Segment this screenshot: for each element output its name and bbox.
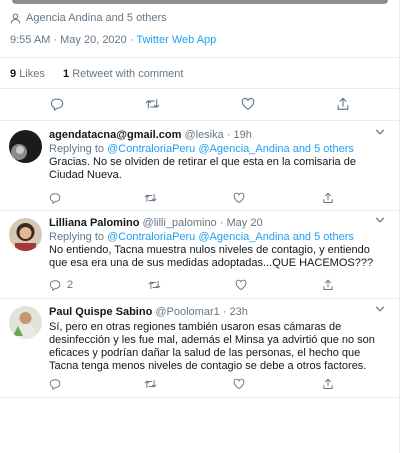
share-icon <box>322 192 334 204</box>
tweet-meta: 9:55 AM · May 20, 2020 · Twitter Web App <box>10 34 216 46</box>
person-icon <box>10 12 21 24</box>
reply-time[interactable]: 23h <box>230 306 248 318</box>
tweet-detail-panel: Agencia Andina and 5 others 9:55 AM · Ma… <box>0 0 400 453</box>
display-name[interactable]: agendatacna@gmail.com <box>49 129 181 141</box>
reply-time[interactable]: May 20 <box>226 217 262 229</box>
reply-actions: 2 <box>49 279 334 291</box>
reply-count: 2 <box>67 279 74 291</box>
like-icon <box>241 97 255 111</box>
retweet-button[interactable] <box>148 279 161 291</box>
reply-icon <box>49 279 61 291</box>
meta-separator: · <box>222 306 227 318</box>
divider <box>0 57 399 58</box>
media-image-bottom[interactable] <box>0 0 399 4</box>
avatar[interactable] <box>9 218 42 251</box>
retweet-icon <box>144 378 157 390</box>
display-name[interactable]: Lilliana Palomino <box>49 217 139 229</box>
chevron-down-icon[interactable] <box>375 127 385 137</box>
retweet-button[interactable] <box>144 378 157 390</box>
reply-header: Lilliana Palomino @lilli_palomino · May … <box>49 217 387 229</box>
reply-tweet[interactable]: agendatacna@gmail.com @lesika · 19h Repl… <box>0 125 399 209</box>
reply-button[interactable] <box>49 192 67 204</box>
meta-separator: · <box>126 34 137 46</box>
tweet-timestamp[interactable]: 9:55 AM · May 20, 2020 <box>10 34 127 46</box>
divider <box>0 210 399 211</box>
like-icon <box>233 378 245 390</box>
like-button[interactable] <box>241 97 255 111</box>
divider <box>0 88 399 89</box>
reply-mentions[interactable]: @ContraloriaPeru @Agencia_Andina and 5 o… <box>107 143 354 155</box>
chevron-down-icon[interactable] <box>375 215 385 225</box>
avatar[interactable] <box>9 306 42 339</box>
reply-text: No entiendo, Tacna muestra nulos niveles… <box>49 244 374 269</box>
reply-text: Sí, pero en otras regiones también usaro… <box>49 321 375 372</box>
reply-mentions[interactable]: @ContraloriaPeru @Agencia_Andina and 5 o… <box>107 231 354 243</box>
tweet-source-link[interactable]: Twitter Web App <box>136 34 216 46</box>
retweet-button[interactable] <box>145 97 160 111</box>
reply-tweet[interactable]: Lilliana Palomino @lilli_palomino · May … <box>0 213 399 297</box>
likes-label: Likes <box>19 68 45 80</box>
tweet-stats: 9 Likes 1 Retweet with comment <box>10 68 183 80</box>
share-button[interactable] <box>322 378 334 390</box>
like-button[interactable] <box>233 378 245 390</box>
retweet-icon <box>144 192 157 204</box>
chevron-down-icon[interactable] <box>375 304 385 314</box>
meta-separator: · <box>226 129 231 141</box>
divider <box>0 397 399 398</box>
like-icon <box>235 279 247 291</box>
share-button[interactable] <box>322 192 334 204</box>
reply-text: Gracias. No se olviden de retirar el que… <box>49 156 356 181</box>
reply-time[interactable]: 19h <box>234 129 252 141</box>
replying-to-prefix: Replying to <box>49 231 108 243</box>
user-handle[interactable]: @lesika <box>184 129 223 141</box>
reply-icon <box>49 378 61 390</box>
retweet-icon <box>145 97 160 111</box>
likes-count: 9 <box>10 68 17 80</box>
like-button[interactable] <box>235 279 247 291</box>
retweets-label: Retweet with comment <box>72 68 184 80</box>
retweets-stat[interactable]: 1 Retweet with comment <box>63 68 183 80</box>
share-button[interactable] <box>322 279 334 291</box>
share-icon <box>322 378 334 390</box>
replying-to: Replying to @ContraloriaPeru @Agencia_An… <box>49 143 387 155</box>
reply-button[interactable] <box>49 378 67 390</box>
share-icon <box>336 97 350 111</box>
retweets-count: 1 <box>63 68 70 80</box>
reply-tweet[interactable]: Paul Quispe Sabino @Poolomar1 · 23h Sí, … <box>0 302 399 396</box>
like-icon <box>233 192 245 204</box>
user-handle[interactable]: @lilli_palomino <box>143 217 217 229</box>
replying-to-prefix: Replying to <box>49 143 108 155</box>
display-name[interactable]: Paul Quispe Sabino <box>49 306 152 318</box>
avatar[interactable] <box>9 130 42 163</box>
replying-to: Replying to @ContraloriaPeru @Agencia_An… <box>49 231 387 243</box>
user-handle[interactable]: @Poolomar1 <box>155 306 219 318</box>
like-button[interactable] <box>233 192 245 204</box>
reply-actions <box>49 192 334 204</box>
tweet-actions <box>50 97 350 111</box>
retweet-icon <box>148 279 161 291</box>
reply-icon <box>49 192 61 204</box>
reply-actions <box>49 378 334 390</box>
share-button[interactable] <box>336 97 350 111</box>
tagged-users-label: Agencia Andina and 5 others <box>26 12 167 24</box>
reply-header: agendatacna@gmail.com @lesika · 19h <box>49 129 387 141</box>
likes-stat[interactable]: 9 Likes <box>10 68 45 80</box>
divider <box>0 298 399 299</box>
retweet-button[interactable] <box>144 192 157 204</box>
meta-separator: · <box>219 217 224 229</box>
reply-header: Paul Quispe Sabino @Poolomar1 · 23h <box>49 306 387 318</box>
divider <box>0 120 399 121</box>
reply-icon <box>50 97 64 111</box>
reply-button[interactable]: 2 <box>49 279 73 291</box>
tagged-users[interactable]: Agencia Andina and 5 others <box>10 12 167 24</box>
reply-button[interactable] <box>50 97 64 111</box>
share-icon <box>322 279 334 291</box>
